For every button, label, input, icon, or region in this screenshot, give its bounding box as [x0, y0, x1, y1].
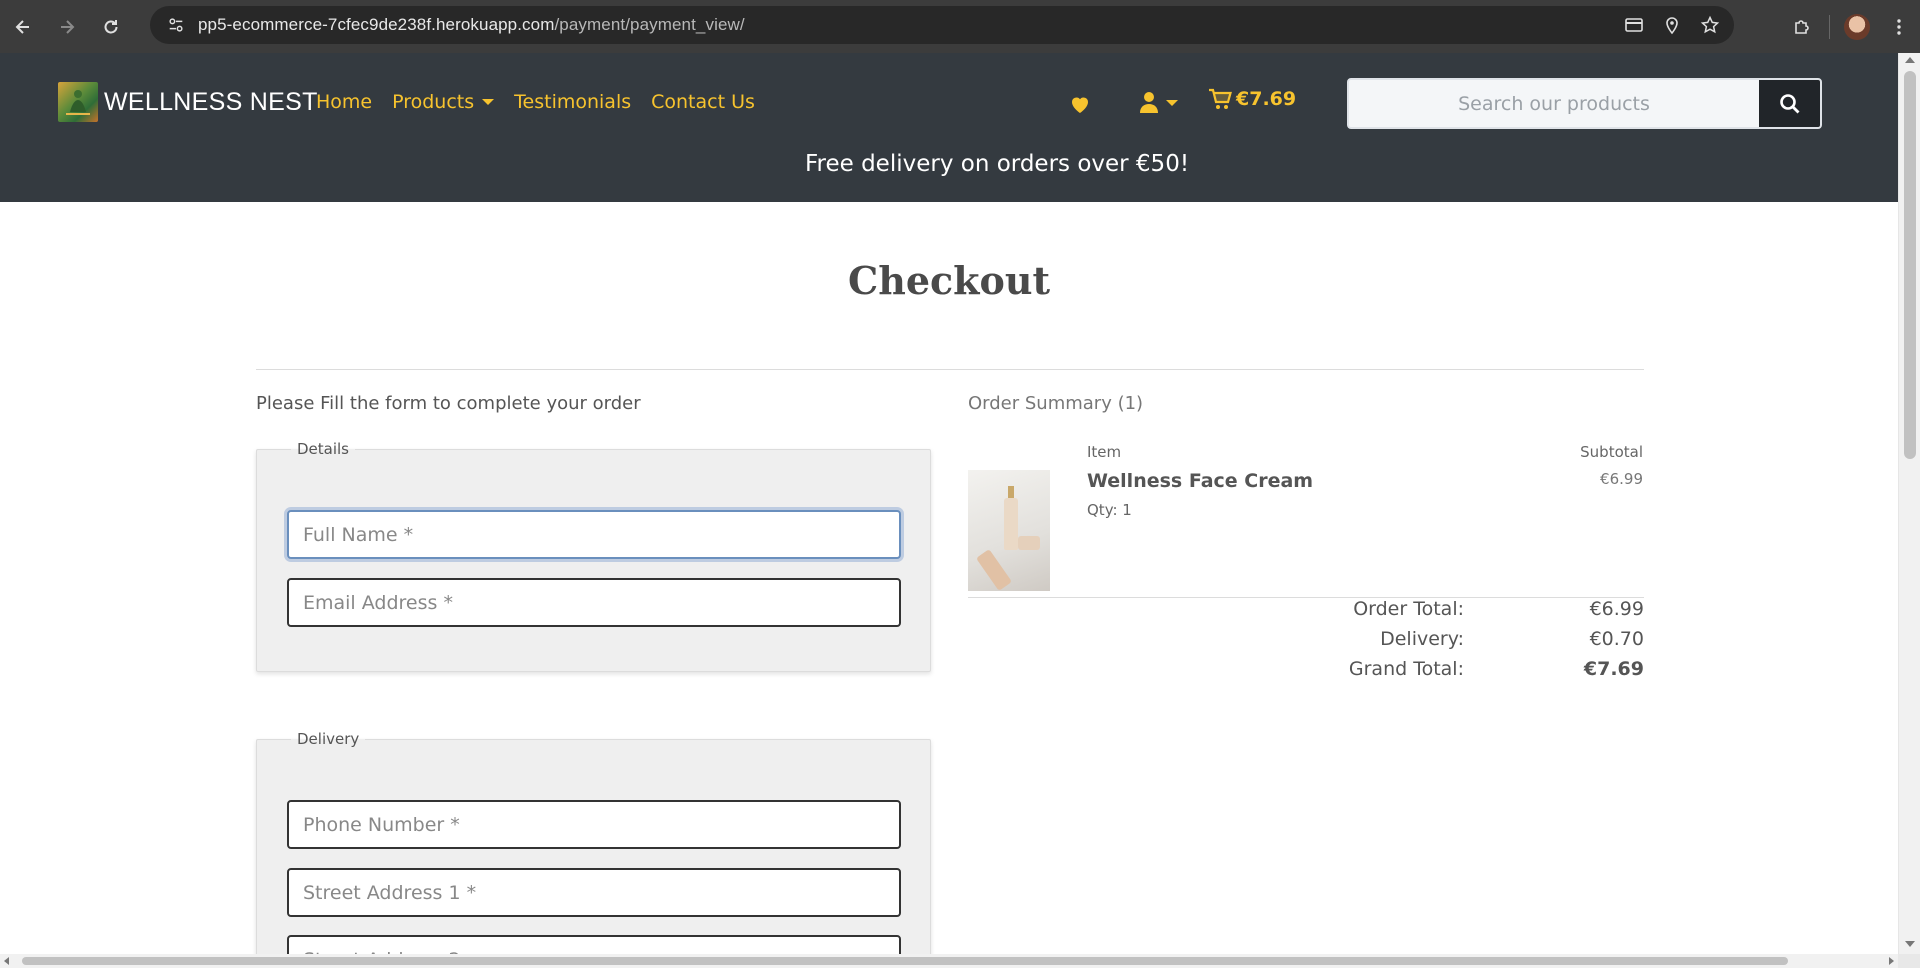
col-head-subtotal: Subtotal [1580, 443, 1643, 461]
reload-button[interactable] [90, 6, 132, 48]
browser-menu-button[interactable] [1878, 6, 1920, 48]
product-subtotal: €6.99 [1600, 470, 1643, 488]
scroll-left-icon[interactable] [4, 957, 9, 965]
order-total-row: Order Total: €6.99 [1300, 598, 1644, 626]
nav-contact-us[interactable]: Contact Us [651, 91, 755, 113]
nav-products[interactable]: Products [392, 91, 495, 113]
nav-home-label: Home [316, 91, 373, 113]
scroll-down-icon[interactable] [1905, 941, 1915, 947]
cart-icon [1209, 88, 1232, 109]
horizontal-scroll-thumb[interactable] [22, 957, 1788, 965]
brand-name: WELLNESS NEST [104, 87, 318, 116]
location-icon[interactable] [1662, 15, 1682, 35]
product-image-jar [1018, 536, 1040, 550]
nav-testimonials[interactable]: Testimonials [514, 91, 631, 113]
vertical-scroll-thumb[interactable] [1904, 71, 1916, 459]
arrow-left-icon [15, 19, 29, 34]
nav-testimonials-label: Testimonials [514, 91, 632, 113]
details-legend: Details [297, 440, 350, 458]
logo [58, 82, 98, 122]
profile-button[interactable] [1836, 6, 1878, 48]
product-image-bottle [1004, 498, 1018, 550]
vertical-scrollbar[interactable] [1898, 53, 1920, 968]
product-qty: Qty: 1 [1087, 501, 1132, 519]
grand-total-label: Grand Total: [1348, 658, 1464, 680]
delivery-row: Delivery: €0.70 [1300, 628, 1644, 656]
reload-icon [104, 19, 118, 33]
puzzle-icon [1795, 19, 1809, 34]
back-button[interactable] [2, 6, 44, 48]
grand-total-value: €7.69 [1583, 658, 1644, 680]
forward-button[interactable] [46, 6, 88, 48]
form-intro-text: Please Fill the form to complete your or… [256, 393, 641, 414]
user-icon[interactable] [1138, 90, 1160, 114]
scroll-up-icon[interactable] [1905, 57, 1915, 63]
col-head-item: Item [1087, 443, 1122, 461]
address-bar[interactable]: pp5-ecommerce-7cfec9de238f.herokuapp.com… [150, 6, 1734, 44]
delivery-fieldset: Delivery [256, 730, 931, 968]
product-image[interactable] [968, 470, 1050, 591]
toolbar-separator [1829, 14, 1830, 39]
divider [256, 369, 1644, 370]
user-menu-chevron-icon[interactable] [1166, 100, 1178, 106]
star-bookmark-icon[interactable] [1700, 15, 1720, 35]
cart-link[interactable]: €7.69 [1208, 88, 1296, 110]
avatar [1844, 13, 1870, 40]
delivery-legend: Delivery [297, 730, 360, 748]
nav-home[interactable]: Home [316, 91, 372, 113]
search-button[interactable] [1759, 80, 1820, 127]
grand-total-row: Grand Total: €7.69 [1300, 658, 1644, 686]
promo-text: Free delivery on orders over €50! [804, 151, 1190, 177]
delivery-value: €0.70 [1589, 628, 1644, 650]
card-icon[interactable] [1624, 15, 1644, 35]
url-text: pp5-ecommerce-7cfec9de238f.herokuapp.com… [198, 15, 745, 35]
product-image-tube [975, 549, 1013, 591]
nav-products-label: Products [392, 91, 475, 113]
promo-banner: Free delivery on orders over €50! [0, 151, 1920, 177]
main-nav: Home Products Testimonials Contact Us [316, 91, 755, 113]
scrollbar-corner [1898, 954, 1920, 968]
order-summary-title: Order Summary (1) [968, 393, 1144, 414]
site-info-icon[interactable] [158, 7, 194, 43]
url-host: pp5-ecommerce-7cfec9de238f.herokuapp.com [198, 15, 555, 34]
url-path: /payment/payment_view/ [554, 15, 745, 34]
browser-toolbar: pp5-ecommerce-7cfec9de238f.herokuapp.com… [0, 0, 1920, 53]
product-name: Wellness Face Cream [1087, 470, 1314, 492]
heart-icon[interactable] [1068, 92, 1092, 116]
search-icon [1779, 93, 1799, 113]
order-total-label: Order Total: [1353, 598, 1464, 620]
search-form [1347, 78, 1822, 129]
phone-field[interactable] [287, 800, 901, 849]
page-title: Checkout [847, 258, 1051, 303]
email-field[interactable] [287, 578, 901, 627]
scroll-right-icon[interactable] [1889, 957, 1894, 965]
street-address-1-field[interactable] [287, 868, 901, 917]
arrow-right-icon [61, 19, 75, 34]
details-fieldset: Details [256, 440, 931, 672]
search-input[interactable] [1349, 80, 1759, 127]
full-name-field[interactable] [287, 510, 901, 559]
order-total-value: €6.99 [1589, 598, 1644, 620]
brand-link[interactable]: WELLNESS NEST [58, 82, 318, 122]
delivery-label: Delivery: [1380, 628, 1464, 650]
nav-contact-label: Contact Us [651, 91, 755, 113]
cart-total: €7.69 [1236, 88, 1297, 110]
extensions-button[interactable] [1781, 6, 1823, 48]
chevron-down-icon [482, 99, 495, 105]
horizontal-scrollbar[interactable] [0, 954, 1898, 968]
kebab-menu-icon [1897, 18, 1901, 35]
